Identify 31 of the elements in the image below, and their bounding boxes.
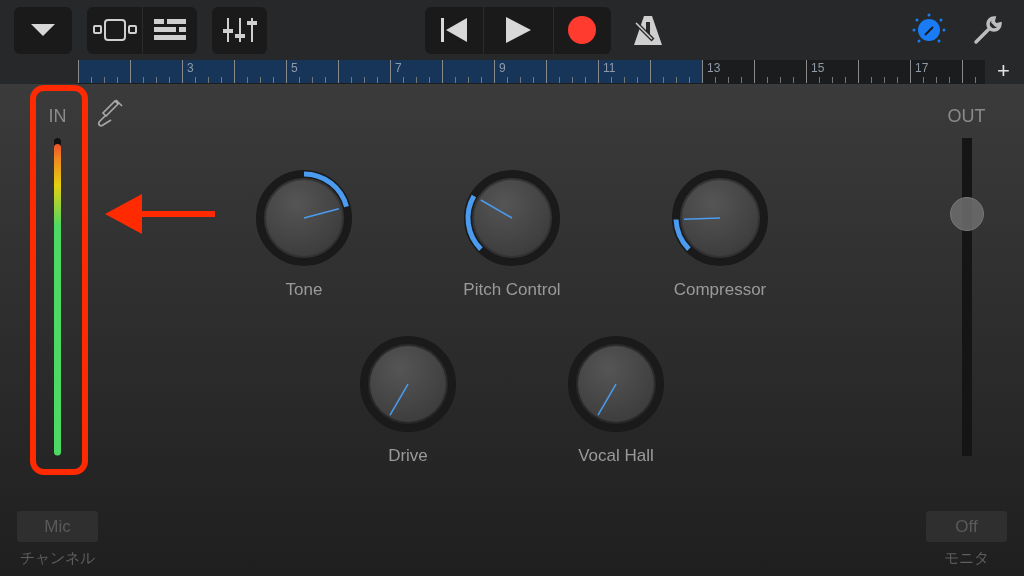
timeline-ruler[interactable]: 3 5 7 9 11 13 15 17 (78, 60, 985, 84)
bar-number: 11 (603, 61, 616, 75)
play-icon (505, 16, 532, 44)
knob[interactable] (254, 168, 354, 268)
skip-back-icon (440, 17, 467, 43)
knob-label: Vocal Hall (578, 446, 654, 466)
tracks-view-icon (92, 19, 137, 41)
bar-number: 7 (395, 61, 402, 75)
bar-number: 9 (499, 61, 506, 75)
input-label: IN (48, 106, 67, 128)
wrench-icon (972, 14, 1004, 46)
bar-number: 15 (811, 61, 825, 75)
knob-label: Drive (388, 446, 428, 466)
list-view-icon (154, 19, 186, 41)
monitor-caption: モニタ (944, 549, 989, 568)
knob[interactable] (670, 168, 770, 268)
bar-number: 13 (707, 61, 721, 75)
caret-down-icon (30, 23, 56, 37)
add-section-button[interactable]: + (997, 60, 1010, 84)
output-label: OUT (947, 106, 986, 128)
knob-label: Tone (285, 280, 323, 300)
bar-number: 5 (291, 61, 298, 75)
knob[interactable] (462, 168, 562, 268)
bar-number: 3 (187, 61, 194, 75)
input-caption: チャンネル (20, 549, 95, 568)
knob-label: Compressor (673, 280, 767, 300)
mixer-icon (221, 17, 258, 43)
record-icon (567, 15, 598, 45)
bar-number: 17 (915, 61, 929, 75)
knob-label: Pitch Control (463, 280, 561, 300)
slider-thumb[interactable] (949, 197, 984, 232)
